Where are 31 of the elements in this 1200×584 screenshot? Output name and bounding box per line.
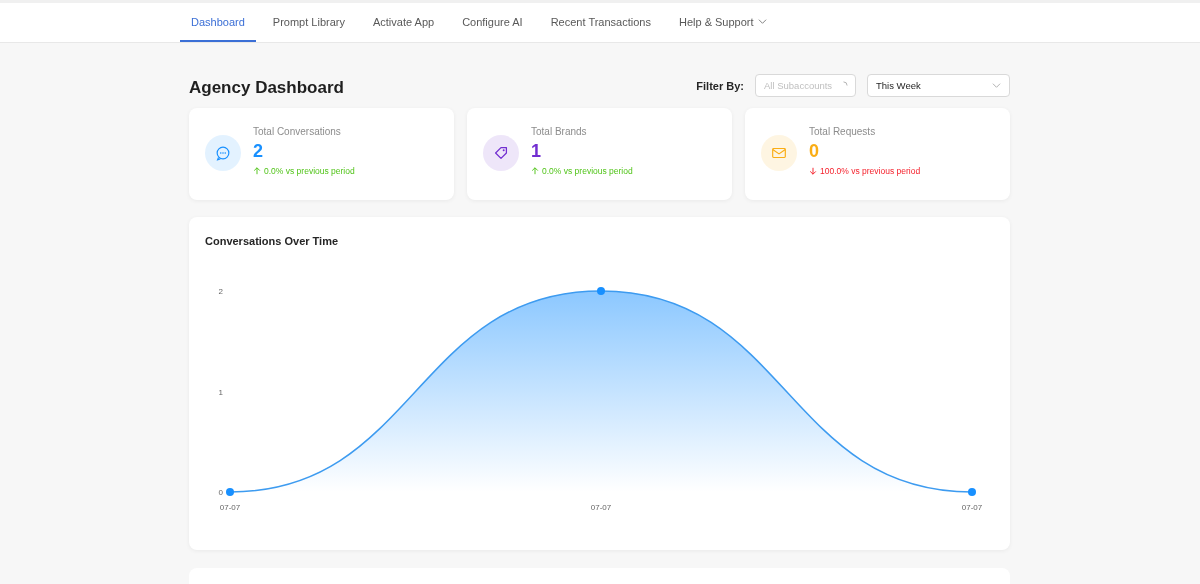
period-select[interactable]: This Week: [867, 74, 1010, 97]
data-point: [226, 488, 234, 496]
y-axis-label: 1: [218, 387, 223, 397]
nav-tab[interactable]: Configure AI: [451, 3, 534, 42]
stat-value: 0: [809, 141, 820, 161]
data-point: [968, 488, 976, 496]
chat-bubble-icon: [214, 144, 232, 162]
data-point: [597, 287, 605, 295]
nav-tab[interactable]: Activate App: [361, 3, 446, 42]
change-text: 100.0% vs previous period: [820, 166, 921, 176]
chart-title: Conversations Over Time: [205, 235, 339, 247]
nav-tab[interactable]: Recent Transactions: [539, 3, 662, 42]
nav-tab[interactable]: Prompt Library: [261, 3, 356, 42]
stat-label: Total Conversations: [253, 126, 342, 137]
tag-icon: [492, 144, 510, 162]
y-axis-label: 2: [218, 287, 223, 296]
nav-tab[interactable]: Dashboard: [180, 3, 256, 42]
change-text: 0.0% vs previous period: [542, 166, 633, 176]
stat-value: 1: [531, 141, 542, 161]
y-axis-label: 0: [218, 488, 223, 497]
stat-label: Total Brands: [531, 126, 588, 137]
x-axis-label: 07-07: [219, 503, 241, 512]
page-title: Agency Dashboard: [189, 78, 344, 98]
chevron-down-icon: [992, 81, 1001, 90]
x-axis-label: 07-07: [590, 503, 612, 512]
x-axis-label: 07-07: [961, 503, 983, 512]
nav-tab[interactable]: Help & Support: [667, 3, 778, 42]
stat-label: Total Requests: [809, 126, 877, 137]
filter-label: Filter By:: [696, 79, 744, 92]
change-text: 0.0% vs previous period: [264, 166, 355, 176]
stat-value: 2: [253, 141, 264, 161]
